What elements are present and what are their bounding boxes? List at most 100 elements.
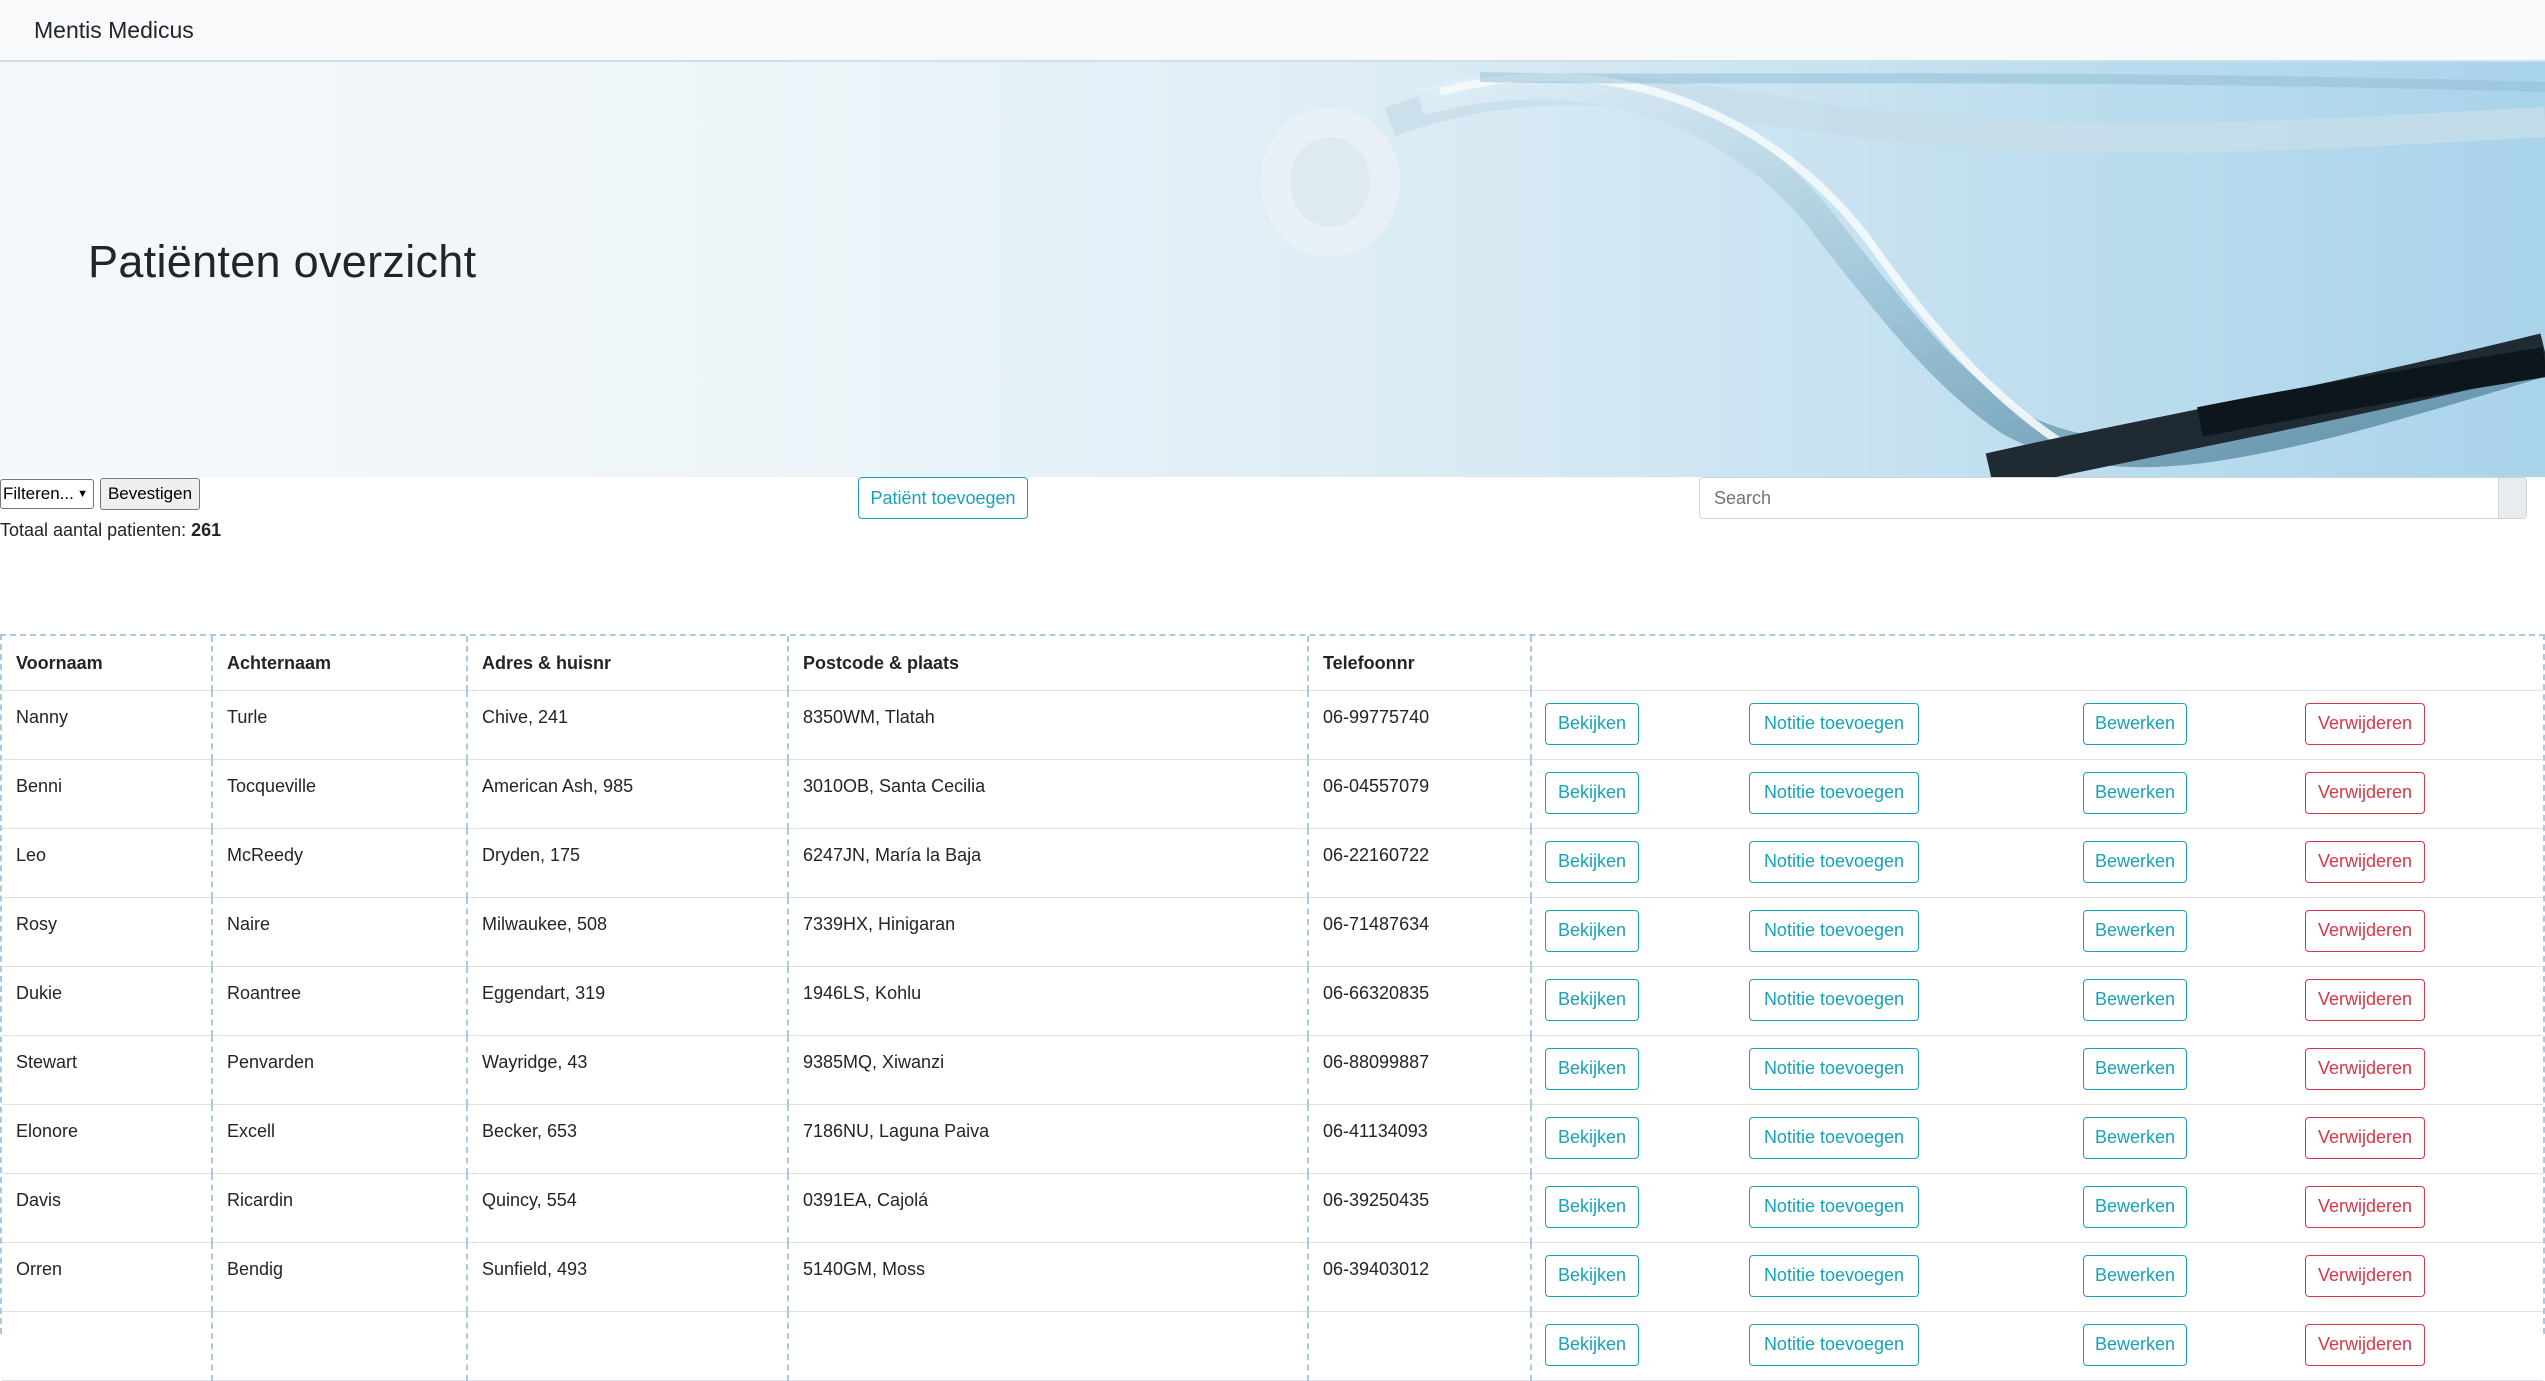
cell-actions: Bekijken Notitie toevoegen Bewerken Verwijd… [1531,1173,2543,1243]
cell-first-name: Elonore [2,1104,213,1174]
view-button[interactable]: Bekijken [1545,1047,1639,1090]
cell-phone [1308,1311,1532,1381]
cell-actions: Bekijken Notitie toevoegen Bewerken Verwijd… [1531,828,2543,898]
view-button[interactable]: Bekijken [1545,978,1639,1021]
delete-button[interactable]: Verwijderen [2305,909,2425,952]
edit-button[interactable]: Bewerken [2083,909,2187,952]
toolbar: Filteren... ▼ Bevestigen Totaal aantal p… [0,477,2545,557]
table-row: Dukie Roantree Eggendart, 319 1946LS, Kohlu… [2,966,2543,1036]
brand-link[interactable]: Mentis Medicus [34,17,194,44]
cell-phone: 06-88099887 [1308,1035,1532,1105]
cell-last-name: Bendig [212,1242,468,1312]
delete-button[interactable]: Verwijderen [2305,771,2425,814]
add-note-button[interactable]: Notitie toevoegen [1749,1254,1919,1297]
delete-button[interactable]: Verwijderen [2305,1323,2425,1366]
navbar: Mentis Medicus [0,0,2545,62]
cell-address: Milwaukee, 508 [467,897,789,967]
patients-table-container: Voornaam Achternaam Adres & huisnr Postc… [0,634,2545,1381]
view-button[interactable]: Bekijken [1545,702,1639,745]
cell-first-name: Stewart [2,1035,213,1105]
view-button[interactable]: Bekijken [1545,840,1639,883]
delete-button[interactable]: Verwijderen [2305,1047,2425,1090]
cell-first-name: Benni [2,759,213,829]
cell-phone: 06-39250435 [1308,1173,1532,1243]
view-button[interactable]: Bekijken [1545,909,1639,952]
edit-button[interactable]: Bewerken [2083,1185,2187,1228]
cell-last-name [212,1311,468,1381]
total-patients-value: 261 [191,520,222,540]
search-addon[interactable] [2499,477,2527,519]
column-header-phone: Telefoonnr [1308,636,1532,691]
cell-actions: Bekijken Notitie toevoegen Bewerken Verwijd… [1531,759,2543,829]
delete-button[interactable]: Verwijderen [2305,1254,2425,1297]
delete-button[interactable]: Verwijderen [2305,978,2425,1021]
add-note-button[interactable]: Notitie toevoegen [1749,771,1919,814]
cell-phone: 06-71487634 [1308,897,1532,967]
table-row: Davis Ricardin Quincy, 554 0391EA, Cajolá 06… [2,1173,2543,1243]
page-title: Patiënten overzicht [88,236,477,287]
cell-actions: Bekijken Notitie toevoegen Bewerken Verwijd… [1531,897,2543,967]
add-patient-button[interactable]: Patiënt toevoegen [858,477,1028,519]
cell-address: Quincy, 554 [467,1173,789,1243]
view-button[interactable]: Bekijken [1545,1185,1639,1228]
cell-phone: 06-41134093 [1308,1104,1532,1174]
add-note-button[interactable]: Notitie toevoegen [1749,909,1919,952]
cell-last-name: Turle [212,690,468,760]
view-button[interactable]: Bekijken [1545,1323,1639,1366]
search-input[interactable] [1699,477,2499,519]
cell-first-name [2,1311,213,1381]
table-row: Leo McReedy Dryden, 175 6247JN, María la Ba… [2,828,2543,898]
cell-postal: 9385MQ, Xiwanzi [788,1035,1309,1105]
confirm-filter-button[interactable]: Bevestigen [100,478,200,510]
filter-select-value: Filteren... [3,484,74,503]
add-note-button[interactable]: Notitie toevoegen [1749,1116,1919,1159]
edit-button[interactable]: Bewerken [2083,1047,2187,1090]
cell-actions: Bekijken Notitie toevoegen Bewerken Verwijd… [1531,966,2543,1036]
add-note-button[interactable]: Notitie toevoegen [1749,1185,1919,1228]
edit-button[interactable]: Bewerken [2083,702,2187,745]
cell-first-name: Rosy [2,897,213,967]
view-button[interactable]: Bekijken [1545,1254,1639,1297]
cell-postal: 5140GM, Moss [788,1242,1309,1312]
cell-address: Chive, 241 [467,690,789,760]
table-row: Stewart Penvarden Wayridge, 43 9385MQ, Xiwa… [2,1035,2543,1105]
delete-button[interactable]: Verwijderen [2305,1116,2425,1159]
view-button[interactable]: Bekijken [1545,771,1639,814]
table-row: Benni Tocqueville American Ash, 985 3010OB,… [2,759,2543,829]
table-row: Elonore Excell Becker, 653 7186NU, Laguna P… [2,1104,2543,1174]
edit-button[interactable]: Bewerken [2083,771,2187,814]
cell-actions: Bekijken Notitie toevoegen Bewerken Verwijd… [1531,690,2543,760]
cell-last-name: Penvarden [212,1035,468,1105]
edit-button[interactable]: Bewerken [2083,1323,2187,1366]
column-header-last-name: Achternaam [212,636,468,691]
cell-address: Becker, 653 [467,1104,789,1174]
cell-first-name: Dukie [2,966,213,1036]
table-header-row: Voornaam Achternaam Adres & huisnr Postc… [2,636,2543,691]
edit-button[interactable]: Bewerken [2083,1116,2187,1159]
cell-address: Wayridge, 43 [467,1035,789,1105]
add-note-button[interactable]: Notitie toevoegen [1749,1323,1919,1366]
edit-button[interactable]: Bewerken [2083,1254,2187,1297]
total-patients: Totaal aantal patienten: 261 [0,520,221,541]
add-note-button[interactable]: Notitie toevoegen [1749,840,1919,883]
hero-banner: Patiënten overzicht [0,62,2545,477]
table-body: Nanny Turle Chive, 241 8350WM, Tlatah 06-997… [2,690,2543,1381]
delete-button[interactable]: Verwijderen [2305,840,2425,883]
delete-button[interactable]: Verwijderen [2305,1185,2425,1228]
view-button[interactable]: Bekijken [1545,1116,1639,1159]
delete-button[interactable]: Verwijderen [2305,702,2425,745]
add-note-button[interactable]: Notitie toevoegen [1749,978,1919,1021]
cell-postal: 1946LS, Kohlu [788,966,1309,1036]
cell-postal: 8350WM, Tlatah [788,690,1309,760]
table-row: Orren Bendig Sunfield, 493 5140GM, Moss 06-3… [2,1242,2543,1312]
cell-last-name: Roantree [212,966,468,1036]
chevron-down-icon: ▼ [77,488,88,500]
cell-first-name: Nanny [2,690,213,760]
filter-select[interactable]: Filteren... ▼ [0,479,94,509]
add-note-button[interactable]: Notitie toevoegen [1749,702,1919,745]
table-row: Bekijken Notitie toevoegen Bewerken Verwijd… [2,1311,2543,1381]
edit-button[interactable]: Bewerken [2083,978,2187,1021]
add-note-button[interactable]: Notitie toevoegen [1749,1047,1919,1090]
edit-button[interactable]: Bewerken [2083,840,2187,883]
cell-address: Eggendart, 319 [467,966,789,1036]
